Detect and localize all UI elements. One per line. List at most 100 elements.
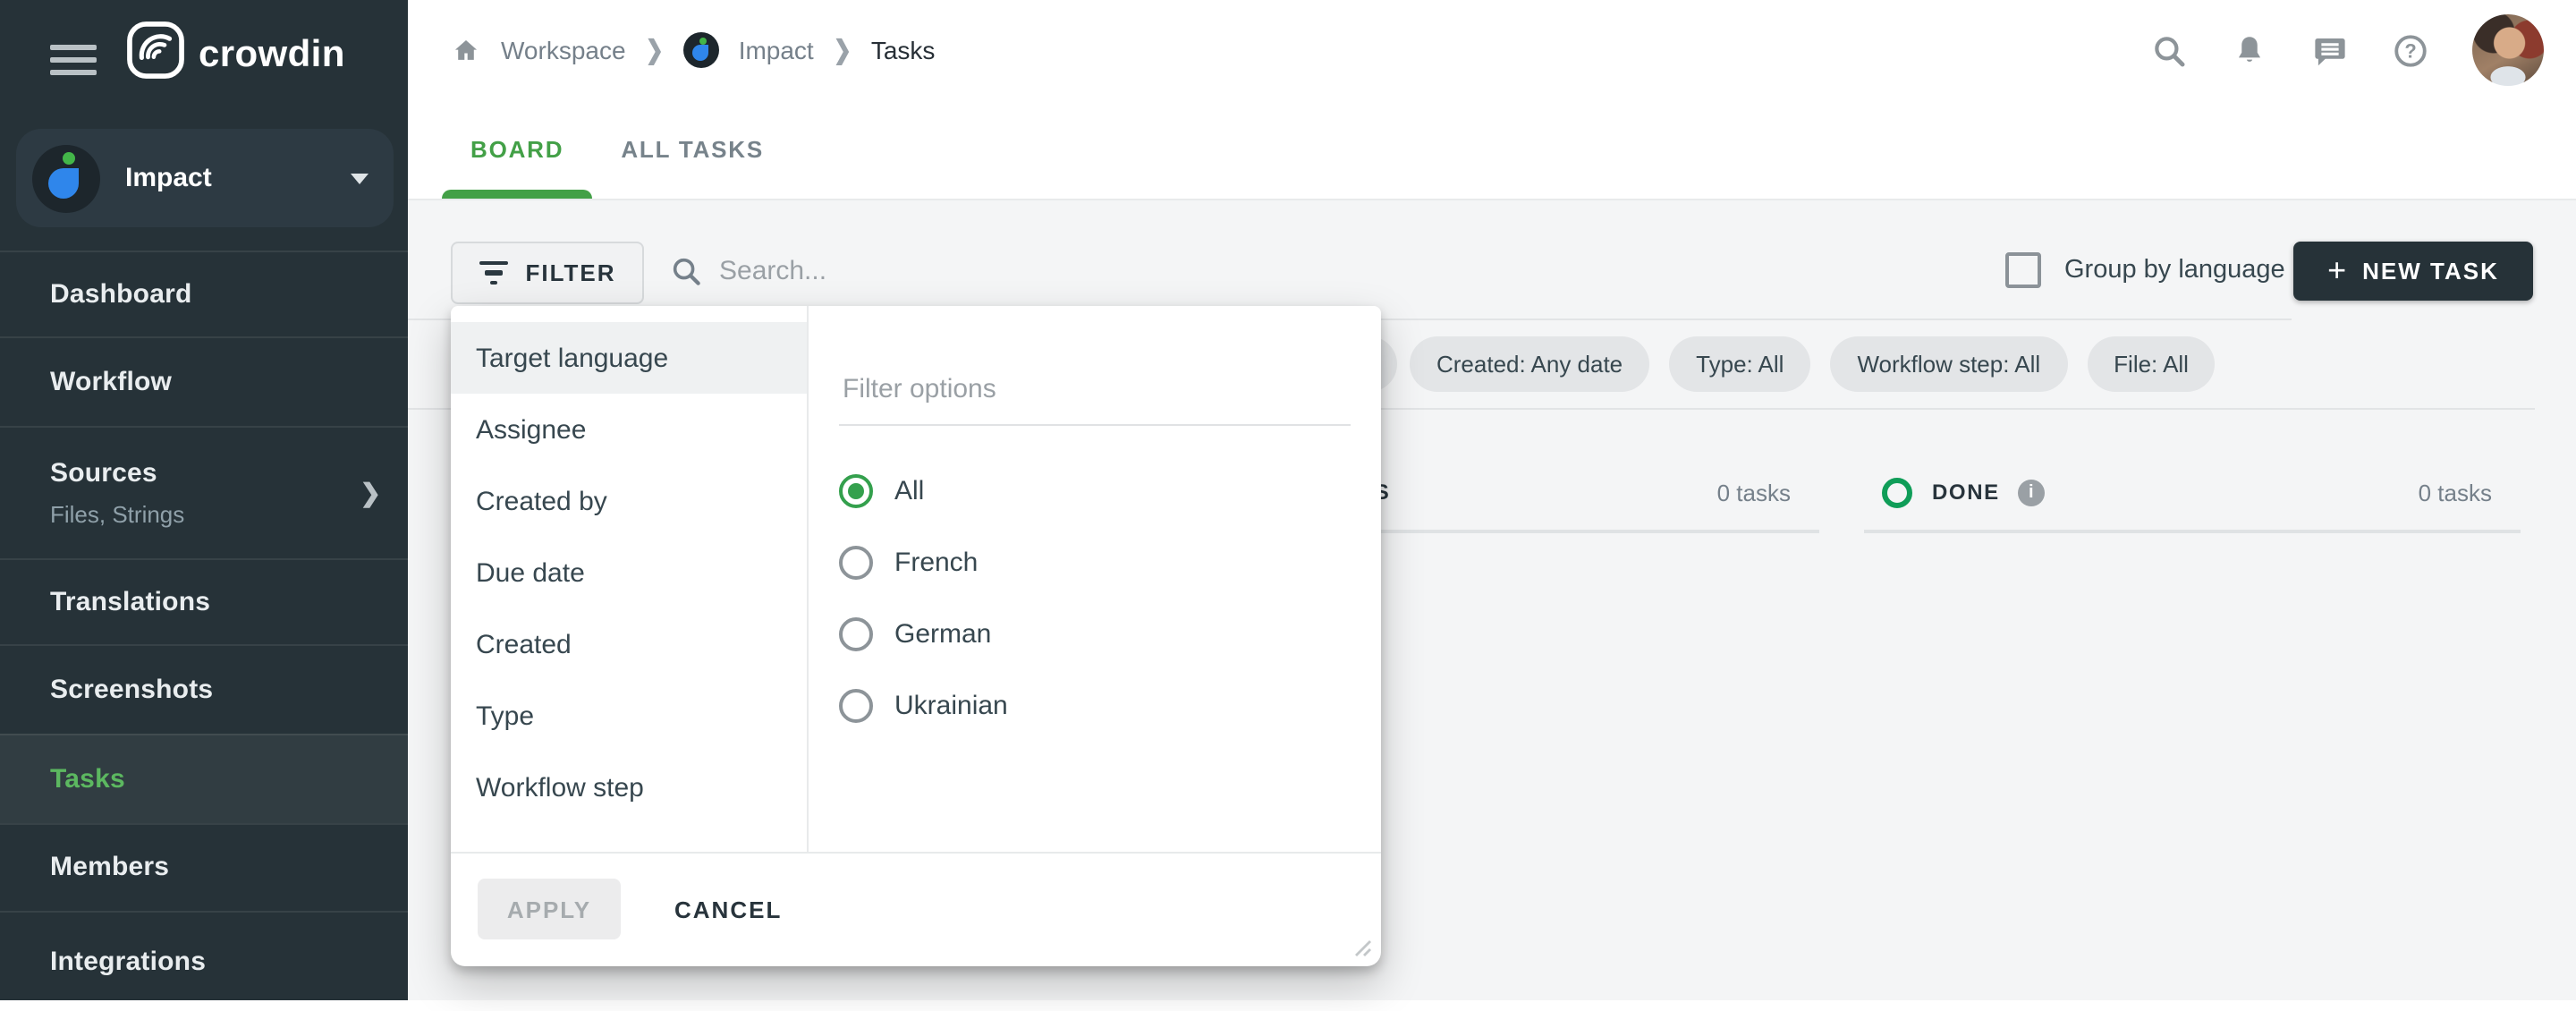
breadcrumb-workspace[interactable]: Workspace [501, 36, 626, 64]
filter-menu-item-assignee[interactable]: Assignee [451, 394, 807, 465]
crowdin-logo[interactable]: crowdin [125, 20, 345, 89]
filter-option-label: German [894, 618, 991, 649]
topbar: Workspace ❯ Impact ❯ Tasks ? [408, 0, 2576, 100]
new-task-button[interactable]: + NEW TASK [2293, 242, 2533, 301]
filter-chip-created[interactable]: Created: Any date [1410, 336, 1649, 392]
sidebar-nav: Dashboard Workflow Sources Files, Strings❯ T… [0, 251, 408, 1011]
filter-dropdown-footer: APPLY CANCEL [451, 851, 1381, 966]
search-input[interactable] [716, 254, 1152, 288]
group-by-language-toggle[interactable]: Group by language [2005, 211, 2285, 329]
sidebar-item-tasks[interactable]: Tasks [0, 734, 408, 822]
sidebar-item-label: Screenshots [50, 675, 408, 705]
task-search [669, 242, 1152, 301]
apply-button[interactable]: APPLY [478, 879, 621, 940]
sidebar-item-label: Workflow [50, 367, 408, 397]
filter-menu-item-created-by[interactable]: Created by [451, 465, 807, 537]
filter-option-label: Ukrainian [894, 690, 1008, 720]
sidebar-item-label: Dashboard [50, 279, 408, 310]
sidebar-item-label: Tasks [50, 764, 408, 794]
chevron-down-icon [351, 174, 369, 184]
sidebar: crowdin Impact Dashboard Workflow Sources F… [0, 0, 408, 999]
radio-selected-icon[interactable] [839, 473, 873, 507]
radio-unselected-icon[interactable] [839, 688, 873, 722]
filter-option-label: French [894, 547, 978, 577]
group-by-language-label: Group by language [2064, 256, 2285, 285]
project-name: Impact [125, 163, 212, 193]
project-avatar [32, 144, 100, 212]
project-logo-dot [700, 37, 708, 44]
column-task-count: 0 tasks [2419, 479, 2492, 506]
tabs: BOARDALL TASKS [408, 100, 2576, 199]
filter-chips: Created: Any date Type: All Workflow step:… [1410, 336, 2216, 392]
filter-funnel-icon [479, 261, 507, 285]
sidebar-item-sources[interactable]: Sources Files, Strings❯ [0, 426, 408, 558]
topbar-icons: ? [2150, 0, 2544, 100]
help-icon[interactable]: ? [2392, 31, 2429, 69]
notifications-bell-icon[interactable] [2231, 31, 2268, 69]
sidebar-item-label: Members [50, 853, 408, 883]
filter-button[interactable]: FILTER [451, 242, 644, 304]
chevron-separator-icon: ❯ [646, 35, 664, 65]
messages-icon[interactable] [2311, 31, 2349, 69]
search-icon[interactable] [2150, 31, 2188, 69]
home-icon[interactable] [451, 35, 481, 65]
svg-text:?: ? [2404, 39, 2416, 62]
filter-menu-item-due-date[interactable]: Due date [451, 537, 807, 608]
project-logo-drop [692, 45, 708, 61]
radio-unselected-icon[interactable] [839, 616, 873, 650]
filter-menu: Target languageAssigneeCreated byDue dat… [451, 306, 809, 853]
new-task-label: NEW TASK [2362, 258, 2499, 285]
sidebar-item-screenshots[interactable]: Screenshots [0, 644, 408, 734]
breadcrumb: Workspace ❯ Impact ❯ Tasks [451, 0, 935, 100]
info-icon[interactable]: i [2018, 479, 2045, 506]
filter-option-all[interactable]: All [839, 455, 1351, 526]
filter-options-input[interactable] [839, 354, 1351, 426]
project-selector[interactable]: Impact [16, 129, 394, 227]
filter-chip-workflow-step[interactable]: Workflow step: All [1830, 336, 2067, 392]
breadcrumb-project-avatar [683, 32, 719, 68]
filter-option-ukrainian[interactable]: Ukrainian [839, 669, 1351, 741]
sidebar-item-label: Translations [50, 587, 408, 617]
sidebar-item-translations[interactable]: Translations [0, 558, 408, 644]
tab-all-tasks[interactable]: ALL TASKS [592, 100, 792, 199]
filter-chip-type[interactable]: Type: All [1669, 336, 1810, 392]
search-icon [669, 254, 703, 288]
hamburger-menu-icon[interactable] [50, 45, 97, 83]
status-circle-done [1882, 477, 1912, 507]
filter-button-label: FILTER [525, 259, 615, 286]
filter-option-french[interactable]: French [839, 526, 1351, 598]
filter-option-german[interactable]: German [839, 598, 1351, 669]
column-title: DONE [1932, 480, 2000, 505]
plus-icon: + [2327, 253, 2346, 285]
filter-menu-item-target-language[interactable]: Target language [451, 322, 807, 394]
filter-menu-item-workflow-step[interactable]: Workflow step [451, 752, 807, 823]
sidebar-item-label: Integrations [50, 946, 408, 976]
board-column-header: DONE i 0 tasks [1864, 455, 2521, 533]
filter-chip-file[interactable]: File: All [2087, 336, 2216, 392]
sidebar-item-label: Sources [50, 458, 408, 489]
crowdin-logo-icon [125, 20, 186, 89]
filter-menu-item-type[interactable]: Type [451, 680, 807, 752]
sidebar-item-integrations[interactable]: Integrations [0, 911, 408, 1011]
app-window: crowdin Impact Dashboard Workflow Sources F… [0, 0, 2576, 999]
filter-option-label: All [894, 475, 924, 506]
tab-board[interactable]: BOARD [442, 100, 592, 199]
sidebar-item-subtitle: Files, Strings [50, 501, 408, 528]
radio-unselected-icon[interactable] [839, 545, 873, 579]
filter-options-panel: All French German Ukrainian [810, 306, 1381, 853]
group-by-language-checkbox[interactable] [2005, 252, 2041, 288]
sidebar-item-members[interactable]: Members [0, 822, 408, 911]
filter-menu-item-created[interactable]: Created [451, 608, 807, 680]
cancel-button[interactable]: CANCEL [664, 895, 792, 925]
sidebar-item-workflow[interactable]: Workflow [0, 336, 408, 426]
breadcrumb-tasks: Tasks [871, 36, 936, 64]
sidebar-item-dashboard[interactable]: Dashboard [0, 251, 408, 336]
breadcrumb-impact[interactable]: Impact [739, 36, 814, 64]
resize-handle[interactable] [1349, 934, 1372, 957]
filter-dropdown: Target languageAssigneeCreated byDue dat… [451, 306, 1381, 966]
user-avatar[interactable] [2472, 14, 2544, 86]
chevron-right-icon: ❯ [360, 477, 381, 507]
crowdin-wordmark: crowdin [199, 33, 345, 76]
board-column-done: DONE i 0 tasks [1864, 455, 2521, 533]
chevron-separator-icon: ❯ [834, 35, 852, 65]
